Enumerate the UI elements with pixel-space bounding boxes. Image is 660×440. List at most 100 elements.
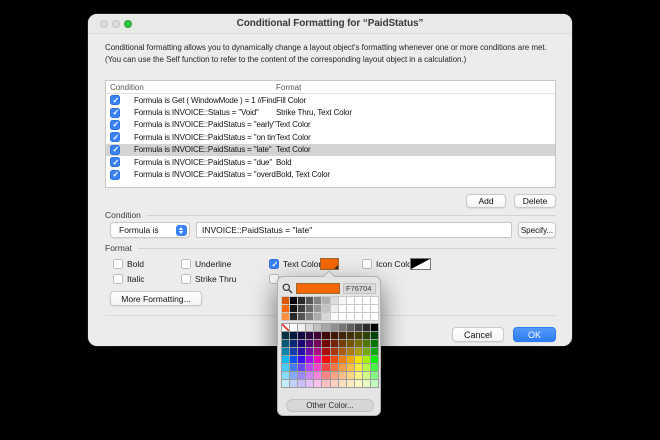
palette-color-swatch[interactable] [338, 324, 346, 331]
palette-color-swatch[interactable] [338, 332, 346, 339]
table-row[interactable]: Formula is Get ( WindowMode ) = 1 //Find… [106, 94, 555, 106]
palette-color-swatch[interactable] [314, 356, 322, 363]
palette-color-swatch[interactable] [298, 305, 306, 312]
strike-thru-checkbox[interactable] [181, 274, 191, 284]
specify-button[interactable]: Specify... [518, 222, 556, 238]
palette-color-swatch[interactable] [314, 305, 322, 312]
palette-color-swatch[interactable] [338, 356, 346, 363]
palette-color-swatch[interactable] [370, 340, 378, 347]
table-row[interactable]: Formula is INVOICE::PaidStatus = "late" T… [106, 143, 555, 156]
palette-color-swatch[interactable] [282, 364, 290, 371]
table-row[interactable]: Formula is INVOICE::PaidStatus = "due"Bo… [106, 156, 555, 168]
palette-color-swatch[interactable] [370, 372, 378, 379]
palette-color-swatch[interactable] [330, 313, 338, 320]
palette-color-swatch[interactable] [362, 348, 370, 355]
palette-color-swatch[interactable] [314, 324, 322, 331]
text-color-checkbox[interactable] [269, 259, 279, 269]
palette-color-swatch[interactable] [298, 372, 306, 379]
cancel-button[interactable]: Cancel [452, 327, 504, 342]
palette-color-swatch[interactable] [314, 348, 322, 355]
palette-color-swatch[interactable] [290, 305, 298, 312]
palette-color-swatch[interactable] [370, 297, 378, 304]
palette-color-swatch[interactable] [282, 356, 290, 363]
palette-color-swatch[interactable] [282, 297, 290, 304]
palette-color-swatch[interactable] [282, 305, 290, 312]
palette-color-swatch[interactable] [290, 340, 298, 347]
underline-checkbox[interactable] [181, 259, 191, 269]
table-row[interactable]: Formula is INVOICE::PaidStatus = "early"… [106, 119, 555, 131]
palette-color-swatch[interactable] [330, 332, 338, 339]
palette-color-swatch[interactable] [346, 372, 354, 379]
palette-color-swatch[interactable] [354, 324, 362, 331]
row-enabled-checkbox[interactable] [110, 132, 120, 143]
no-color-swatch[interactable] [282, 324, 290, 331]
magnifier-icon[interactable] [282, 283, 293, 294]
palette-color-swatch[interactable] [370, 313, 378, 320]
palette-color-swatch[interactable] [298, 340, 306, 347]
palette-color-swatch[interactable] [330, 305, 338, 312]
palette-color-swatch[interactable] [354, 372, 362, 379]
bold-checkbox-row[interactable]: Bold [113, 258, 144, 270]
palette-color-swatch[interactable] [338, 313, 346, 320]
palette-color-swatch[interactable] [322, 356, 330, 363]
palette-color-swatch[interactable] [306, 324, 314, 331]
palette-color-swatch[interactable] [354, 380, 362, 387]
italic-checkbox[interactable] [113, 274, 123, 284]
palette-color-swatch[interactable] [370, 348, 378, 355]
palette-color-swatch[interactable] [306, 297, 314, 304]
condition-table[interactable]: Condition Format Formula is Get ( Window… [105, 80, 556, 188]
formula-field[interactable]: INVOICE::PaidStatus = "late" [196, 222, 512, 238]
palette-color-swatch[interactable] [290, 356, 298, 363]
palette-color-swatch[interactable] [306, 332, 314, 339]
palette-color-swatch[interactable] [354, 348, 362, 355]
palette-color-swatch[interactable] [298, 324, 306, 331]
palette-color-swatch[interactable] [282, 348, 290, 355]
palette-color-swatch[interactable] [282, 332, 290, 339]
palette-color-swatch[interactable] [346, 313, 354, 320]
palette-color-swatch[interactable] [306, 364, 314, 371]
palette-color-swatch[interactable] [370, 305, 378, 312]
palette-color-swatch[interactable] [314, 364, 322, 371]
palette-color-swatch[interactable] [282, 380, 290, 387]
palette-color-swatch[interactable] [322, 364, 330, 371]
palette-color-swatch[interactable] [338, 380, 346, 387]
palette-color-swatch[interactable] [338, 305, 346, 312]
titlebar[interactable]: Conditional Formatting for “PaidStatus” [88, 14, 572, 34]
palette-color-swatch[interactable] [298, 313, 306, 320]
palette-color-swatch[interactable] [370, 332, 378, 339]
palette-color-swatch[interactable] [306, 305, 314, 312]
palette-color-swatch[interactable] [354, 364, 362, 371]
palette-color-swatch[interactable] [362, 356, 370, 363]
palette-color-swatch[interactable] [306, 356, 314, 363]
palette-color-swatch[interactable] [370, 364, 378, 371]
row-enabled-checkbox[interactable] [110, 107, 120, 118]
palette-color-swatch[interactable] [338, 372, 346, 379]
palette-color-swatch[interactable] [346, 305, 354, 312]
bold-checkbox[interactable] [113, 259, 123, 269]
palette-color-swatch[interactable] [314, 332, 322, 339]
palette-color-swatch[interactable] [290, 380, 298, 387]
palette-color-swatch[interactable] [338, 364, 346, 371]
row-enabled-checkbox[interactable] [110, 95, 120, 106]
palette-color-swatch[interactable] [346, 332, 354, 339]
palette-color-swatch[interactable] [282, 313, 290, 320]
palette-color-swatch[interactable] [306, 372, 314, 379]
palette-color-swatch[interactable] [354, 340, 362, 347]
palette-color-swatch[interactable] [306, 340, 314, 347]
text-color-checkbox-row[interactable]: Text Color: [269, 258, 324, 270]
palette-color-swatch[interactable] [314, 340, 322, 347]
add-button[interactable]: Add [466, 194, 506, 208]
palette-color-swatch[interactable] [330, 356, 338, 363]
palette-color-swatch[interactable] [298, 356, 306, 363]
palette-color-swatch[interactable] [330, 372, 338, 379]
palette-color-swatch[interactable] [322, 348, 330, 355]
palette-color-swatch[interactable] [330, 348, 338, 355]
palette-color-swatch[interactable] [338, 297, 346, 304]
palette-color-swatch[interactable] [314, 297, 322, 304]
condition-type-popup[interactable]: Formula is [110, 222, 190, 238]
palette-color-swatch[interactable] [322, 297, 330, 304]
palette-color-swatch[interactable] [330, 324, 338, 331]
palette-color-swatch[interactable] [322, 380, 330, 387]
palette-color-swatch[interactable] [346, 380, 354, 387]
palette-color-swatch[interactable] [322, 332, 330, 339]
